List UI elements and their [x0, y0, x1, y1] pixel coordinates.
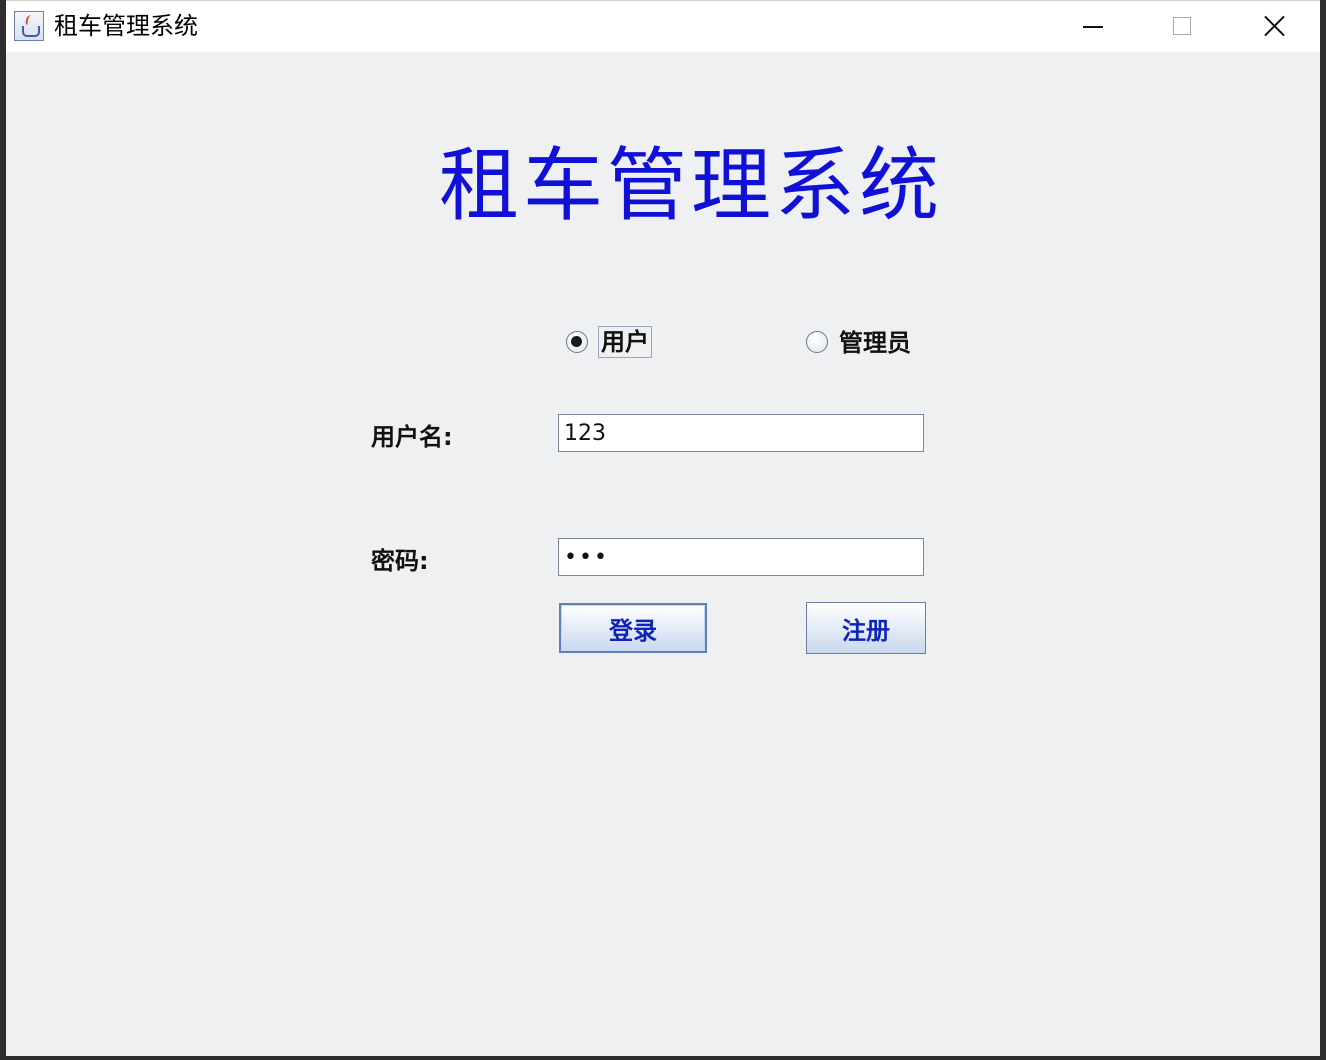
window-title: 租车管理系统: [54, 12, 198, 40]
username-label: 用户名:: [371, 423, 453, 451]
role-user-radio[interactable]: [566, 331, 588, 353]
role-admin-radio[interactable]: [806, 331, 828, 353]
register-button[interactable]: 注册: [806, 602, 926, 654]
maximize-icon: [1173, 17, 1191, 35]
username-input[interactable]: [558, 414, 924, 452]
login-button[interactable]: 登录: [559, 603, 707, 653]
close-button[interactable]: [1228, 1, 1318, 53]
role-user-label[interactable]: 用户: [598, 326, 652, 358]
password-input[interactable]: [558, 538, 924, 576]
minimize-icon: [1083, 26, 1103, 28]
minimize-button[interactable]: [1048, 1, 1138, 53]
password-label: 密码:: [371, 547, 429, 575]
radio-selected-dot: [571, 336, 582, 347]
close-icon: [1263, 15, 1285, 37]
title-bar[interactable]: 租车管理系统: [6, 0, 1320, 52]
maximize-button[interactable]: [1138, 1, 1228, 53]
page-title: 租车管理系统: [439, 139, 943, 232]
java-app-icon: [14, 11, 44, 41]
role-admin-label[interactable]: 管理员: [839, 328, 911, 358]
login-window: 租车管理系统 租车管理系统 用户 管理员 用户名: 密码: 登录 注册: [0, 0, 1326, 1060]
